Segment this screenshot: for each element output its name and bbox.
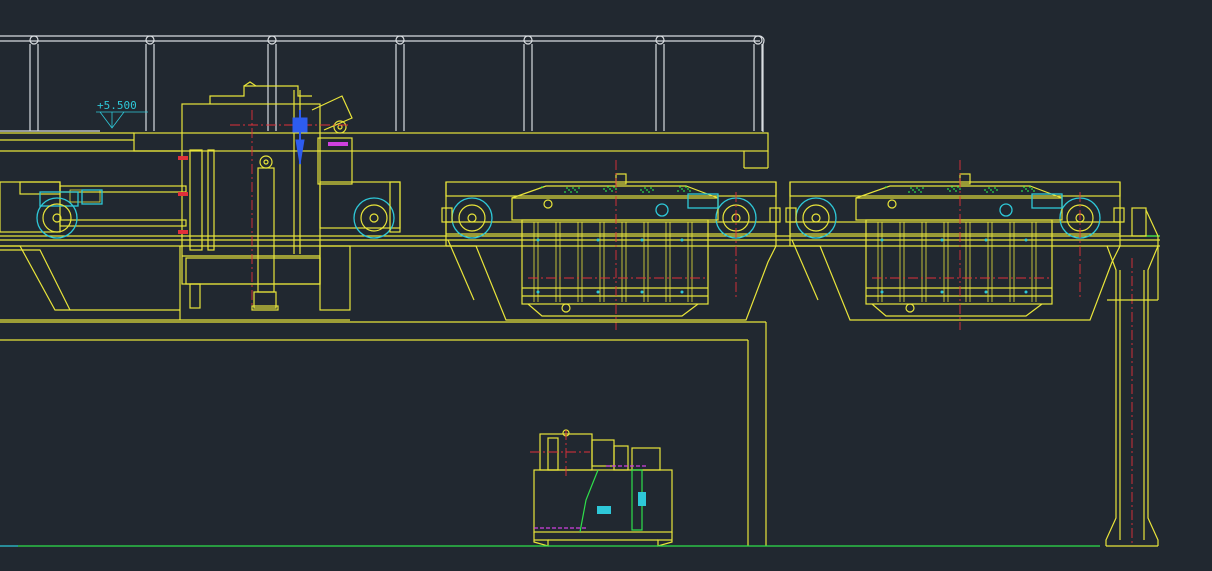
- railing-post: [145, 35, 155, 131]
- wheel-icon: [451, 197, 493, 239]
- railing-post: [267, 35, 277, 131]
- support-frame: [0, 321, 767, 546]
- railing-post: [29, 35, 39, 131]
- guard-railing: [0, 35, 765, 132]
- railing-post: [395, 35, 405, 131]
- railing-post: [523, 35, 533, 131]
- wheel-icon: [795, 197, 837, 239]
- hydraulic-power-unit: [530, 429, 673, 547]
- elevation-label: +5.500: [97, 99, 137, 112]
- transfer-car-2: [785, 160, 1125, 330]
- cad-drawing-canvas: +5.500: [0, 35, 1160, 547]
- railing-post: [753, 35, 763, 131]
- elevation-marker: +5.500: [96, 99, 148, 129]
- transfer-car-left: [0, 181, 350, 321]
- lifting-mechanism: [178, 81, 401, 311]
- railing-post: [655, 35, 665, 131]
- transfer-car-1: [441, 160, 781, 330]
- upper-platform: [0, 132, 769, 169]
